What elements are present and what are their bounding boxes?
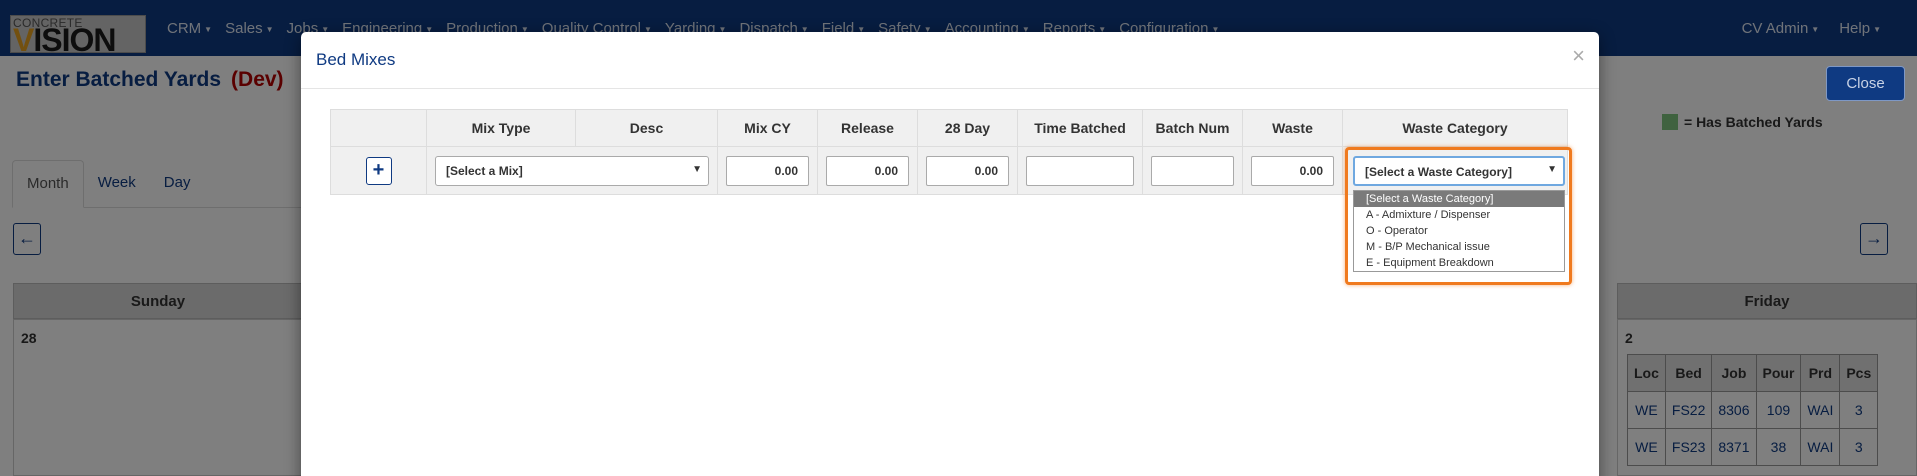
column-header-desc: Desc: [575, 109, 718, 147]
column-header-release: Release: [817, 109, 918, 147]
add-row-button[interactable]: +: [365, 156, 392, 185]
batch-num-cell: [1142, 146, 1243, 195]
time-batched-cell: [1017, 146, 1143, 195]
mix-cy-input[interactable]: 0.00: [726, 155, 809, 186]
column-header-mix-cy: Mix CY: [717, 109, 818, 147]
batch-num-input[interactable]: [1151, 155, 1234, 186]
column-header-mix-type: Mix Type: [426, 109, 576, 147]
column-header-time-batched: Time Batched: [1017, 109, 1143, 147]
waste-category-select[interactable]: [Select a Waste Category] ▼: [1353, 156, 1565, 186]
release-cell: 0.00: [817, 146, 918, 195]
close-icon[interactable]: ×: [1572, 43, 1585, 69]
day28-cell: 0.00: [917, 146, 1018, 195]
column-header-waste: Waste: [1242, 109, 1343, 147]
mix-cy-cell: 0.00: [717, 146, 818, 195]
time-batched-input[interactable]: [1026, 155, 1134, 186]
close-button[interactable]: Close: [1826, 66, 1905, 101]
mix-select[interactable]: [Select a Mix] ▼: [435, 155, 709, 186]
add-cell: +: [330, 146, 427, 195]
waste-option[interactable]: E - Equipment Breakdown: [1354, 255, 1564, 271]
table-header-row: Mix Type Desc Mix CY Release 28 Day Time…: [330, 109, 1568, 147]
modal-header: Bed Mixes ×: [301, 32, 1599, 89]
bed-mixes-modal: Bed Mixes × Mix Type Desc Mix CY Release…: [301, 32, 1599, 476]
modal-title: Bed Mixes: [316, 50, 396, 69]
release-input[interactable]: 0.00: [826, 155, 909, 186]
column-header-batch-num: Batch Num: [1142, 109, 1243, 147]
column-header-action: [330, 109, 427, 147]
waste-option[interactable]: A - Admixture / Dispenser: [1354, 207, 1564, 223]
chevron-down-icon: ▼: [1547, 164, 1557, 175]
column-header-waste-category: Waste Category: [1342, 109, 1568, 147]
mix-select-value: [Select a Mix]: [446, 163, 523, 178]
waste-cell: 0.00: [1242, 146, 1343, 195]
chevron-down-icon: ▼: [692, 163, 702, 175]
waste-category-options: [Select a Waste Category] A - Admixture …: [1353, 190, 1565, 272]
waste-option[interactable]: M - B/P Mechanical issue: [1354, 239, 1564, 255]
waste-option[interactable]: O - Operator: [1354, 223, 1564, 239]
day28-input[interactable]: 0.00: [926, 155, 1009, 186]
mix-select-cell: [Select a Mix] ▼: [426, 146, 718, 195]
column-header-28-day: 28 Day: [917, 109, 1018, 147]
waste-option[interactable]: [Select a Waste Category]: [1354, 191, 1564, 207]
waste-category-value: [Select a Waste Category]: [1365, 165, 1512, 179]
waste-input[interactable]: 0.00: [1251, 155, 1334, 186]
